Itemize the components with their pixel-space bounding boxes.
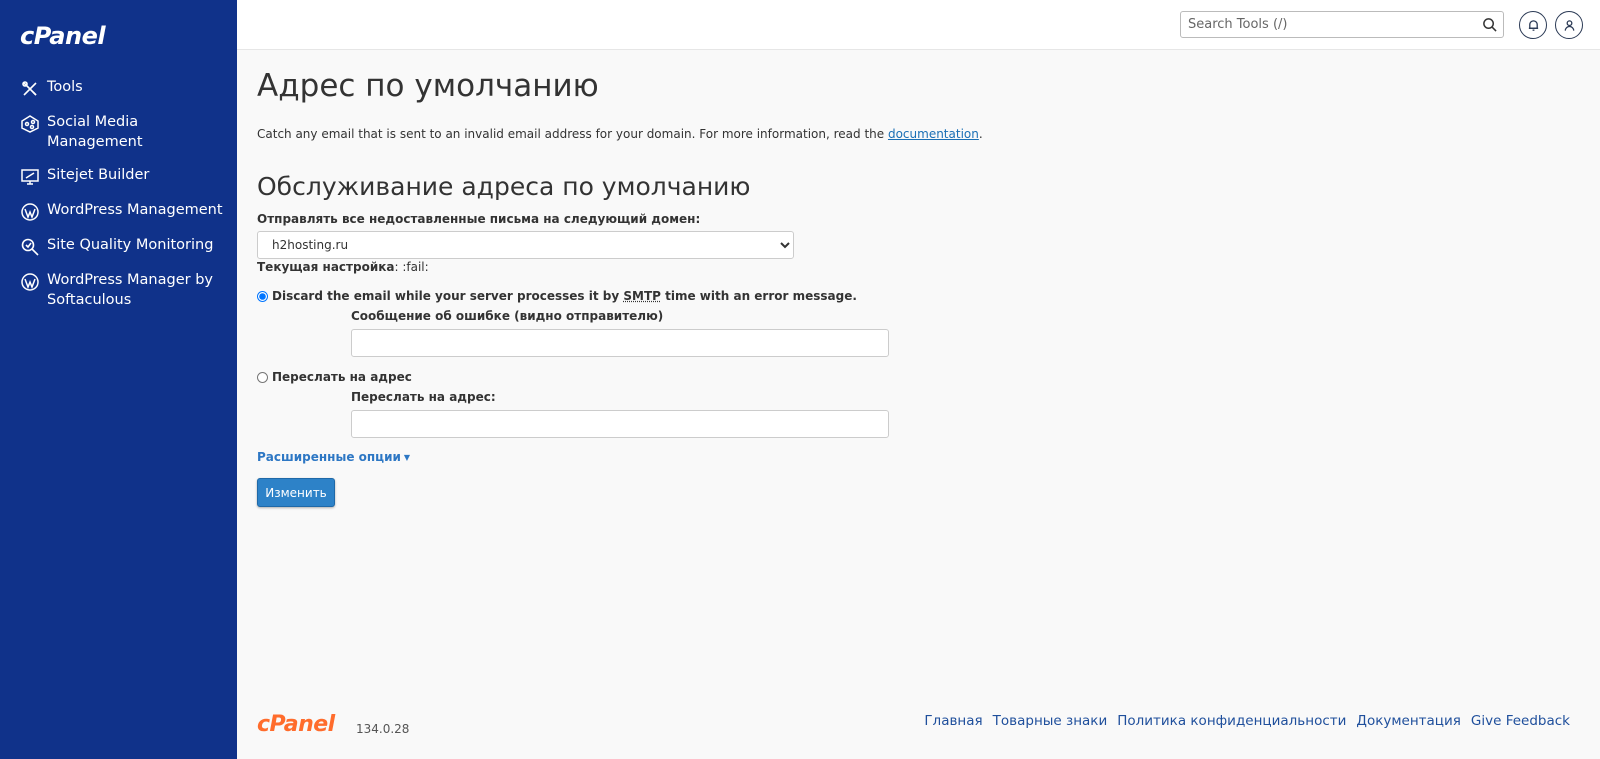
sidebar-item-label: Social Media Management — [47, 114, 143, 150]
user-icon — [1564, 19, 1574, 31]
current-setting-label: Текущая настройка — [257, 260, 395, 274]
footer-link-documentation[interactable]: Документация — [1356, 713, 1461, 729]
sidebar-item-label: Tools — [47, 79, 83, 95]
caret-down-icon: ▼ — [403, 453, 411, 462]
forward-option: Переслать на адрес — [257, 370, 412, 384]
change-button[interactable]: Изменить — [257, 478, 335, 507]
discard-label-post: time with an error message. — [665, 289, 857, 303]
sidebar-item-wordpress-softaculous[interactable]: WordPress Manager by Softaculous — [0, 270, 237, 310]
footer-link-feedback[interactable]: Give Feedback — [1471, 713, 1570, 729]
footer-link-trademarks[interactable]: Товарные знаки — [993, 713, 1108, 729]
sidebar-item-label: WordPress Manager by Softaculous — [47, 272, 213, 308]
sidebar-nav: Tools Social Media Management Sitejet Bu… — [0, 77, 237, 323]
user-menu-button[interactable] — [1555, 11, 1583, 39]
notifications-button[interactable] — [1519, 11, 1547, 39]
sidebar-item-site-quality[interactable]: Site Quality Monitoring — [0, 235, 237, 257]
magnifier-icon — [20, 237, 40, 257]
social-media-icon — [20, 114, 40, 134]
discard-label-pre: Discard the email while your server proc… — [272, 289, 620, 303]
bell-icon — [1528, 19, 1538, 31]
domain-select[interactable]: h2hosting.ru — [257, 231, 794, 259]
discard-radio[interactable] — [257, 290, 268, 302]
forward-radio[interactable] — [257, 371, 268, 383]
wordpress-icon — [20, 272, 40, 292]
intro-end: . — [978, 127, 983, 141]
sidebar-item-tools[interactable]: Tools — [0, 77, 237, 99]
sidebar-item-social-media[interactable]: Social Media Management — [0, 112, 237, 152]
search-box — [1180, 11, 1504, 38]
intro-description: Catch any email that is sent to an inval… — [257, 127, 885, 141]
forward-address-label: Переслать на адрес: — [351, 390, 496, 404]
footer-version: 134.0.28 — [356, 722, 410, 736]
discard-label: Discard the email while your server proc… — [272, 289, 857, 303]
forward-option-label: Переслать на адрес — [272, 370, 412, 384]
documentation-link[interactable]: documentation — [888, 127, 979, 141]
discard-option: Discard the email while your server proc… — [257, 289, 857, 303]
error-message-label: Сообщение об ошибке (видно отправителю) — [351, 309, 664, 323]
sidebar-item-sitejet[interactable]: Sitejet Builder — [0, 165, 237, 187]
footer-links: Главная Товарные знаки Политика конфиден… — [914, 713, 1570, 729]
sidebar-item-label: WordPress Management — [47, 202, 223, 218]
footer-link-home[interactable]: Главная — [924, 713, 982, 729]
error-message-field[interactable] — [351, 329, 889, 357]
current-setting-value: : :fail: — [394, 260, 429, 274]
advanced-options-label: Расширенные опции — [257, 450, 401, 464]
tools-icon — [20, 79, 40, 99]
smtp-abbr: SMTP — [623, 289, 661, 303]
forward-address-field[interactable] — [351, 410, 889, 438]
sidebar-item-wordpress-management[interactable]: WordPress Management — [0, 200, 237, 222]
footer-link-privacy[interactable]: Политика конфиденциальности — [1117, 713, 1346, 729]
cpanel-logo[interactable]: cPanel — [20, 22, 106, 50]
section-title: Обслуживание адреса по умолчанию — [257, 172, 751, 201]
search-icon[interactable] — [1482, 17, 1497, 32]
current-setting: Текущая настройка: :fail: — [257, 260, 429, 274]
sidebar: cPanel Tools Social Media Management Sit… — [0, 0, 237, 759]
page-title: Адрес по умолчанию — [257, 68, 599, 104]
top-bar — [237, 0, 1600, 50]
domain-label: Отправлять все недоставленные письма на … — [257, 212, 701, 226]
sitejet-icon — [20, 167, 40, 187]
wordpress-icon — [20, 202, 40, 222]
sidebar-item-label: Site Quality Monitoring — [47, 237, 214, 253]
footer-cpanel-logo[interactable]: cPanel — [257, 712, 335, 737]
sidebar-item-label: Sitejet Builder — [47, 167, 150, 183]
search-input[interactable] — [1188, 12, 1473, 37]
advanced-options-link[interactable]: Расширенные опции ▼ — [257, 450, 410, 464]
intro-text: Catch any email that is sent to an inval… — [257, 127, 983, 141]
